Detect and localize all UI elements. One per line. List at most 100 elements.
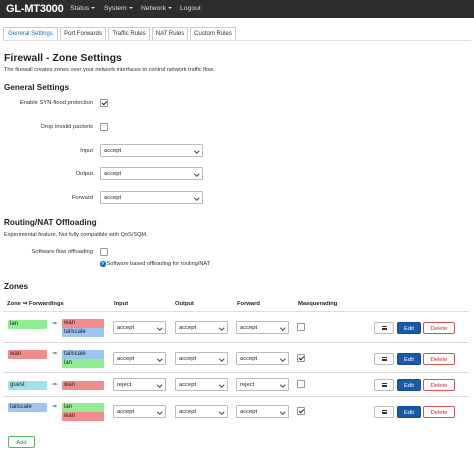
col-zone-forwardings: Zone ⇒ Forwardings (7, 301, 64, 307)
forwarding-badge: wan (62, 319, 104, 328)
col-masquerading: Masquerading (298, 301, 338, 307)
delete-button[interactable]: Delete (423, 322, 455, 334)
forward-arrow: ⇒ (52, 382, 58, 388)
sw-offload-checkbox[interactable] (100, 248, 108, 256)
zone-name-badge: tailscale (8, 403, 47, 412)
row-menu-button[interactable] (374, 353, 394, 365)
zone-output-select[interactable]: accept (175, 321, 228, 334)
zones-heading: Zones (4, 282, 29, 291)
row-menu-button[interactable] (374, 379, 394, 391)
edit-button[interactable]: Edit (397, 322, 421, 334)
caret-down-icon (91, 7, 96, 10)
input-policy-select[interactable]: accept (100, 144, 203, 157)
chevron-down-icon (218, 382, 224, 388)
nav-status-label: Status (70, 5, 90, 12)
forward-arrow: ⇒ (52, 351, 58, 357)
tab-nat-rules[interactable]: NAT Rules (152, 27, 188, 40)
forwarding-badge: tailscale (62, 350, 104, 359)
forward-arrow: ⇒ (52, 321, 58, 327)
zone-input-select[interactable]: accept (113, 352, 166, 365)
input-policy-value: accept (104, 148, 122, 154)
forwarding-badge: wan (62, 412, 104, 421)
zone-forward-select[interactable]: accept (236, 321, 289, 334)
chevron-down-icon (156, 325, 162, 331)
forward-policy-value: accept (104, 195, 122, 201)
sw-offload-label: Software flow offloading (31, 249, 93, 255)
zone-output-select[interactable]: accept (175, 378, 228, 391)
col-output: Output (175, 301, 194, 307)
output-policy-label: Output (75, 171, 93, 177)
menu-icon (381, 325, 387, 330)
edit-button[interactable]: Edit (397, 406, 421, 418)
sw-offload-help-text: Software based offloading for routing/NA… (106, 261, 211, 268)
masquerading-checkbox[interactable] (297, 380, 305, 388)
nav-system-menu[interactable]: System (104, 5, 133, 12)
brand-logo[interactable]: GL-MT3000 (6, 3, 64, 15)
delete-button[interactable]: Delete (423, 379, 455, 391)
zone-output-value: accept (179, 409, 197, 415)
forwarding-list: wan (62, 381, 104, 390)
chevron-down-icon (193, 148, 199, 154)
offloading-heading: Routing/NAT Offloading (4, 218, 97, 227)
menu-icon (381, 409, 387, 414)
edit-button[interactable]: Edit (397, 353, 421, 365)
col-input: Input (114, 301, 129, 307)
zone-forward-value: accept (240, 356, 258, 362)
sw-offload-help: ? Software based offloading for routing/N… (100, 261, 210, 267)
tab-general-settings[interactable]: General Settings (3, 27, 58, 40)
offloading-description: Experimental feature. Not fully compatib… (4, 232, 148, 238)
zone-input-value: reject (117, 382, 132, 388)
nav-logout-link[interactable]: Logout (180, 5, 201, 12)
zone-output-select[interactable]: accept (175, 352, 228, 365)
caret-down-icon (128, 7, 133, 10)
zone-forward-value: reject (240, 382, 255, 388)
row-menu-button[interactable] (374, 322, 394, 334)
menu-icon (381, 382, 387, 387)
row-menu-button[interactable] (374, 406, 394, 418)
zone-forward-select[interactable]: accept (236, 405, 289, 418)
syn-flood-label: Enable SYN-flood protection (19, 100, 93, 106)
zone-input-select[interactable]: accept (113, 321, 166, 334)
forward-policy-select[interactable]: accept (100, 191, 203, 204)
zone-forward-select[interactable]: reject (236, 378, 289, 391)
tab-custom-rules[interactable]: Custom Rules (190, 27, 236, 40)
drop-invalid-label: Drop invalid packets (40, 124, 93, 130)
nav-network-menu[interactable]: Network (141, 5, 172, 12)
add-zone-button[interactable]: Add (8, 436, 35, 448)
masquerading-checkbox[interactable] (297, 323, 305, 331)
table-header-divider (3, 311, 469, 312)
delete-button[interactable]: Delete (423, 353, 455, 365)
chevron-down-icon (279, 409, 285, 415)
zone-input-value: accept (117, 325, 135, 331)
tab-traffic-rules[interactable]: Traffic Rules (108, 27, 150, 40)
chevron-down-icon (218, 325, 224, 331)
chevron-down-icon (193, 195, 199, 201)
output-policy-select[interactable]: accept (100, 167, 203, 180)
chevron-down-icon (218, 409, 224, 415)
zone-forward-value: accept (240, 325, 258, 331)
zone-input-select[interactable]: accept (113, 405, 166, 418)
forwarding-badge: lan (62, 359, 104, 368)
edit-button[interactable]: Edit (397, 379, 421, 391)
masquerading-checkbox[interactable] (297, 354, 305, 362)
syn-flood-checkbox[interactable] (100, 99, 108, 107)
zone-input-select[interactable]: reject (113, 378, 166, 391)
output-policy-value: accept (104, 171, 122, 177)
row-divider (3, 372, 469, 373)
nav-status-menu[interactable]: Status (70, 5, 96, 12)
forwarding-badge: lan (62, 403, 104, 412)
chevron-down-icon (279, 382, 285, 388)
forward-arrow: ⇒ (52, 404, 58, 410)
forwarding-list: lan wan (62, 403, 104, 421)
page-title: Firewall - Zone Settings (4, 52, 122, 64)
tab-port-forwards[interactable]: Port Forwards (60, 27, 106, 40)
masquerading-checkbox[interactable] (297, 407, 305, 415)
delete-button[interactable]: Delete (423, 406, 455, 418)
zone-forward-select[interactable]: accept (236, 352, 289, 365)
zone-output-select[interactable]: accept (175, 405, 228, 418)
info-icon: ? (100, 261, 106, 267)
chevron-down-icon (279, 325, 285, 331)
drop-invalid-checkbox[interactable] (100, 123, 108, 131)
firewall-tabs: General Settings Port Forwards Traffic R… (3, 27, 471, 41)
zone-name-badge: guest (8, 381, 47, 390)
